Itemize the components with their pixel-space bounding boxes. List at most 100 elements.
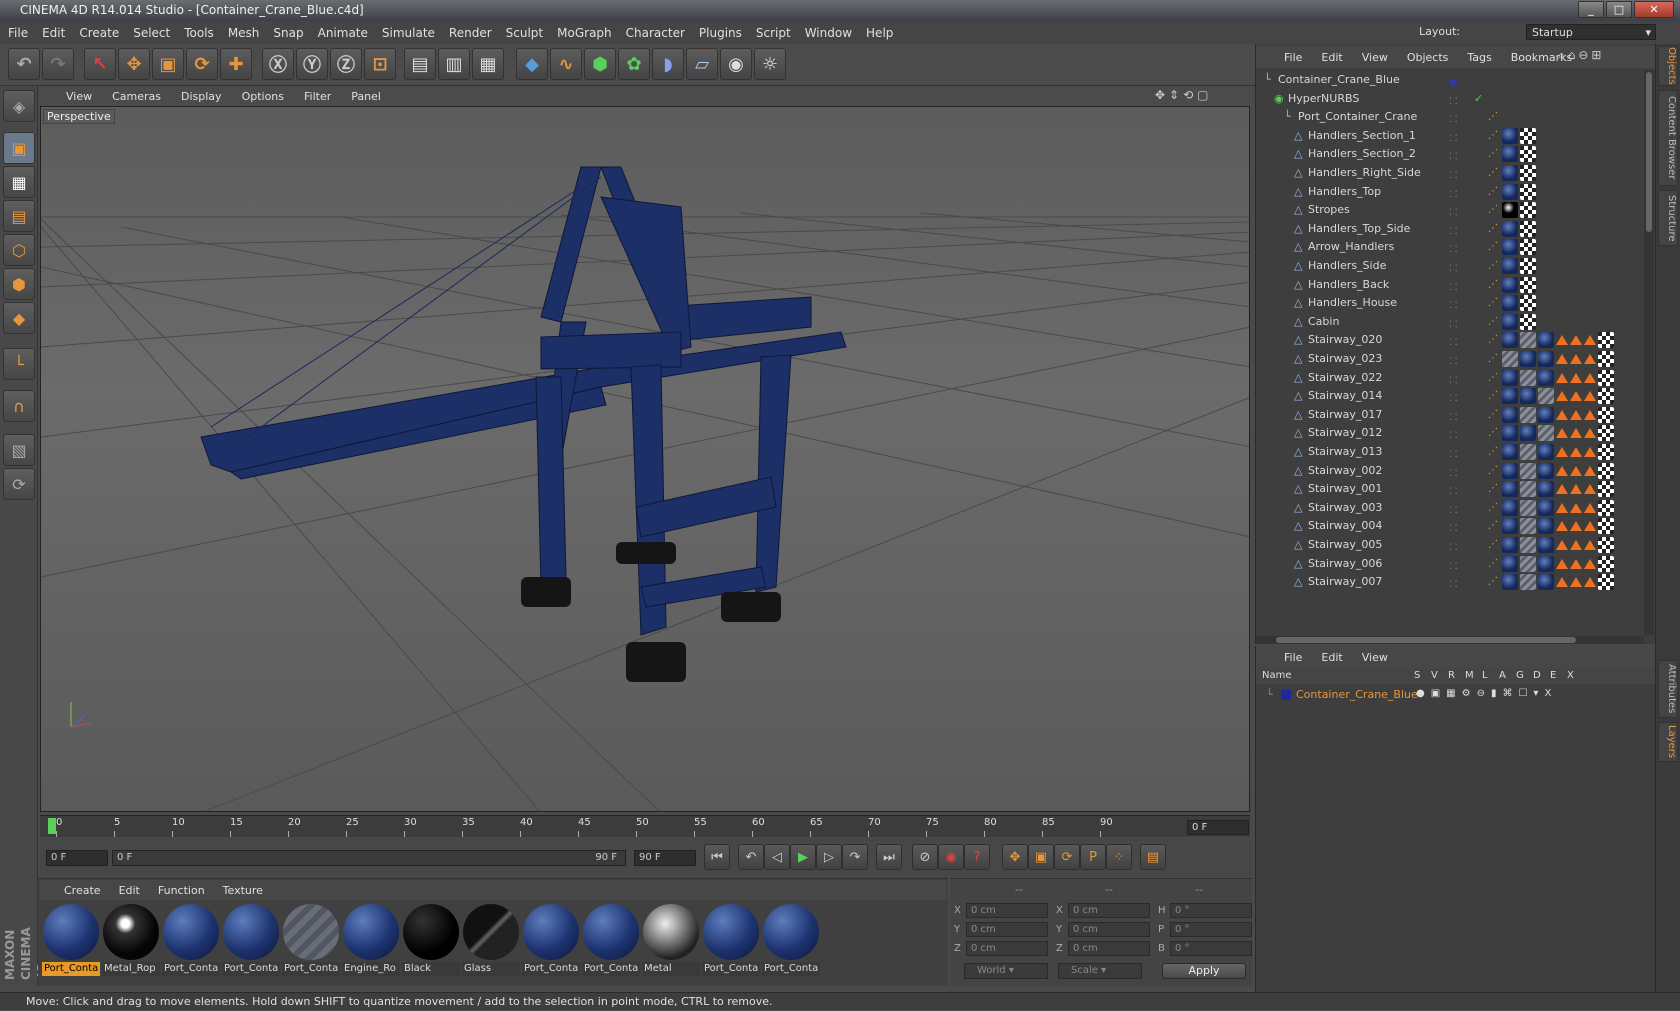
texture-tag-icon[interactable] xyxy=(1502,165,1518,181)
texture-tag-icon[interactable] xyxy=(1538,369,1554,386)
texture-mode-icon[interactable]: ▦ xyxy=(3,166,35,198)
texture-tag-icon[interactable] xyxy=(1502,351,1518,367)
texture-tag-icon[interactable] xyxy=(1502,332,1518,349)
record-icon[interactable]: ⊘ xyxy=(912,844,938,870)
deformer-icon[interactable]: ◗ xyxy=(652,48,684,80)
selection-tag-icon[interactable] xyxy=(1584,407,1596,423)
material-swatch[interactable]: Port_Conta xyxy=(522,902,580,976)
object-row[interactable]: △ Stairway_022 ⁚ ⁚ ⋰ xyxy=(1256,368,1646,387)
object-row[interactable]: △ Stairway_004 ⁚ ⁚ ⋰ xyxy=(1256,516,1646,535)
object-name[interactable]: Stairway_006 xyxy=(1308,554,1382,573)
object-name[interactable]: Cabin xyxy=(1308,312,1339,331)
menu-help[interactable]: Help xyxy=(866,26,893,40)
points-mode-icon[interactable]: ⬡ xyxy=(3,234,35,266)
material-swatch[interactable]: Glass xyxy=(462,902,520,976)
phong-tag-icon[interactable]: ⋰ xyxy=(1488,239,1500,255)
texture-tag-icon[interactable] xyxy=(1538,499,1554,516)
visibility-dots[interactable]: ⁚ ⁚ xyxy=(1449,353,1479,367)
auto-key-icon[interactable]: ◉ xyxy=(938,844,964,870)
visibility-dots[interactable]: ⁚ ⁚ xyxy=(1449,520,1479,534)
coord-rot-field[interactable]: 0 ° xyxy=(1170,922,1252,937)
texture-tag-icon[interactable] xyxy=(1502,518,1518,535)
object-row[interactable]: △ Handlers_Section_1 ⁚ ⁚ ⋰ xyxy=(1256,126,1646,145)
selection-tag-icon[interactable] xyxy=(1570,332,1582,348)
start-frame-field[interactable]: 0 F xyxy=(46,850,108,866)
edges-mode-icon[interactable]: ⬢ xyxy=(3,268,35,300)
uvw-tag-icon[interactable] xyxy=(1598,351,1614,367)
uvw-tag-icon[interactable] xyxy=(1598,332,1614,349)
coord-space-select[interactable]: World ▾ xyxy=(964,963,1048,979)
object-row[interactable]: △ Handlers_House ⁚ ⁚ ⋰ xyxy=(1256,293,1646,312)
visibility-dots[interactable]: ⁚ ⁚ xyxy=(1449,446,1479,460)
uvw-tag-icon[interactable] xyxy=(1598,425,1614,442)
object-row[interactable]: △ Stairway_005 ⁚ ⁚ ⋰ xyxy=(1256,535,1646,554)
texture-tag-icon[interactable] xyxy=(1520,499,1536,516)
selection-tag-icon[interactable] xyxy=(1570,556,1582,572)
visibility-dots[interactable]: ⁚ ⁚ xyxy=(1449,539,1479,553)
phong-tag-icon[interactable]: ⋰ xyxy=(1488,407,1500,423)
phong-tag-icon[interactable]: ⋰ xyxy=(1488,277,1500,293)
object-row[interactable]: △ Stairway_023 ⁚ ⁚ ⋰ xyxy=(1256,349,1646,368)
layer-column-header[interactable]: V xyxy=(1431,668,1438,684)
playhead-marker[interactable] xyxy=(48,818,56,834)
goto-end-icon[interactable]: ⏭ xyxy=(876,844,902,870)
tab-structure[interactable]: Structure xyxy=(1658,190,1678,246)
visibility-dots[interactable]: ⁚ ⁚ xyxy=(1449,279,1479,293)
move-icon[interactable]: ✥ xyxy=(118,48,150,80)
phong-tag-icon[interactable]: ⋰ xyxy=(1488,128,1500,144)
texture-tag-icon[interactable] xyxy=(1502,369,1518,386)
material-swatch[interactable]: Port_Conta xyxy=(162,902,220,976)
selection-tag-icon[interactable] xyxy=(1556,351,1568,367)
end-frame-field[interactable]: 90 F xyxy=(634,850,696,866)
visibility-dots[interactable]: ⁚ ⁚ xyxy=(1449,465,1479,479)
object-menu-edit[interactable]: Edit xyxy=(1321,51,1342,64)
object-row[interactable]: △ Stairway_012 ⁚ ⁚ ⋰ xyxy=(1256,423,1646,442)
object-menu-file[interactable]: File xyxy=(1284,51,1302,64)
selection-tag-icon[interactable] xyxy=(1584,332,1596,348)
material-menu-edit[interactable]: Edit xyxy=(119,884,140,897)
coord-rot-field[interactable]: 0 ° xyxy=(1170,903,1252,918)
layer-menu-file[interactable]: File xyxy=(1284,651,1302,664)
layer-column-header[interactable]: X xyxy=(1567,668,1574,684)
uvw-tag-icon[interactable] xyxy=(1598,537,1614,553)
uvw-tag-icon[interactable] xyxy=(1520,313,1536,330)
texture-tag-icon[interactable] xyxy=(1502,220,1518,237)
visibility-dots[interactable]: ⁚ ⁚ xyxy=(1449,427,1479,441)
uvw-tag-icon[interactable] xyxy=(1598,574,1614,591)
spline-pen-icon[interactable]: ∿ xyxy=(550,48,582,80)
menu-animate[interactable]: Animate xyxy=(318,26,368,40)
texture-tag-icon[interactable] xyxy=(1520,444,1536,460)
menu-sculpt[interactable]: Sculpt xyxy=(506,26,543,40)
phong-tag-icon[interactable]: ⋰ xyxy=(1488,537,1500,553)
object-name[interactable]: Stropes xyxy=(1308,200,1350,219)
material-swatch[interactable]: Engine_Ro xyxy=(342,902,400,976)
selection-tag-icon[interactable] xyxy=(1584,574,1596,590)
phong-tag-icon[interactable]: ⋰ xyxy=(1488,165,1500,181)
menu-select[interactable]: Select xyxy=(133,26,170,40)
object-menu-tags[interactable]: Tags xyxy=(1467,51,1491,64)
layer-name[interactable]: Container_Crane_Blue xyxy=(1296,688,1418,701)
object-row[interactable]: △ Cabin ⁚ ⁚ ⋰ xyxy=(1256,312,1646,331)
uvw-tag-icon[interactable] xyxy=(1520,258,1536,274)
selection-tag-icon[interactable] xyxy=(1584,556,1596,572)
texture-tag-icon[interactable] xyxy=(1502,481,1518,498)
object-name[interactable]: Handlers_House xyxy=(1308,293,1397,312)
tab-content-browser[interactable]: Content Browser xyxy=(1658,90,1678,186)
render-view-icon[interactable]: ▤ xyxy=(404,48,436,80)
phong-tag-icon[interactable]: ⋰ xyxy=(1488,202,1500,218)
selection-tag-icon[interactable] xyxy=(1570,574,1582,590)
layer-column-header[interactable]: G xyxy=(1516,668,1524,684)
key-scale-icon[interactable]: ▣ xyxy=(1028,844,1054,870)
visibility-dots[interactable]: ⁚ ⁚ xyxy=(1449,502,1479,516)
coord-pos-field[interactable]: 0 cm xyxy=(966,941,1048,956)
texture-tag-icon[interactable] xyxy=(1520,388,1536,405)
material-swatch[interactable]: Metal xyxy=(642,902,700,976)
menu-tools[interactable]: Tools xyxy=(184,26,214,40)
layer-menu-view[interactable]: View xyxy=(1362,651,1388,664)
object-row[interactable]: △ Stairway_013 ⁚ ⁚ ⋰ xyxy=(1256,442,1646,461)
timeline-window-icon[interactable]: ▤ xyxy=(1140,844,1166,870)
menu-render[interactable]: Render xyxy=(449,26,492,40)
object-row[interactable]: △ Arrow_Handlers ⁚ ⁚ ⋰ xyxy=(1256,237,1646,256)
selection-tag-icon[interactable] xyxy=(1570,370,1582,386)
texture-tag-icon[interactable] xyxy=(1520,574,1536,591)
